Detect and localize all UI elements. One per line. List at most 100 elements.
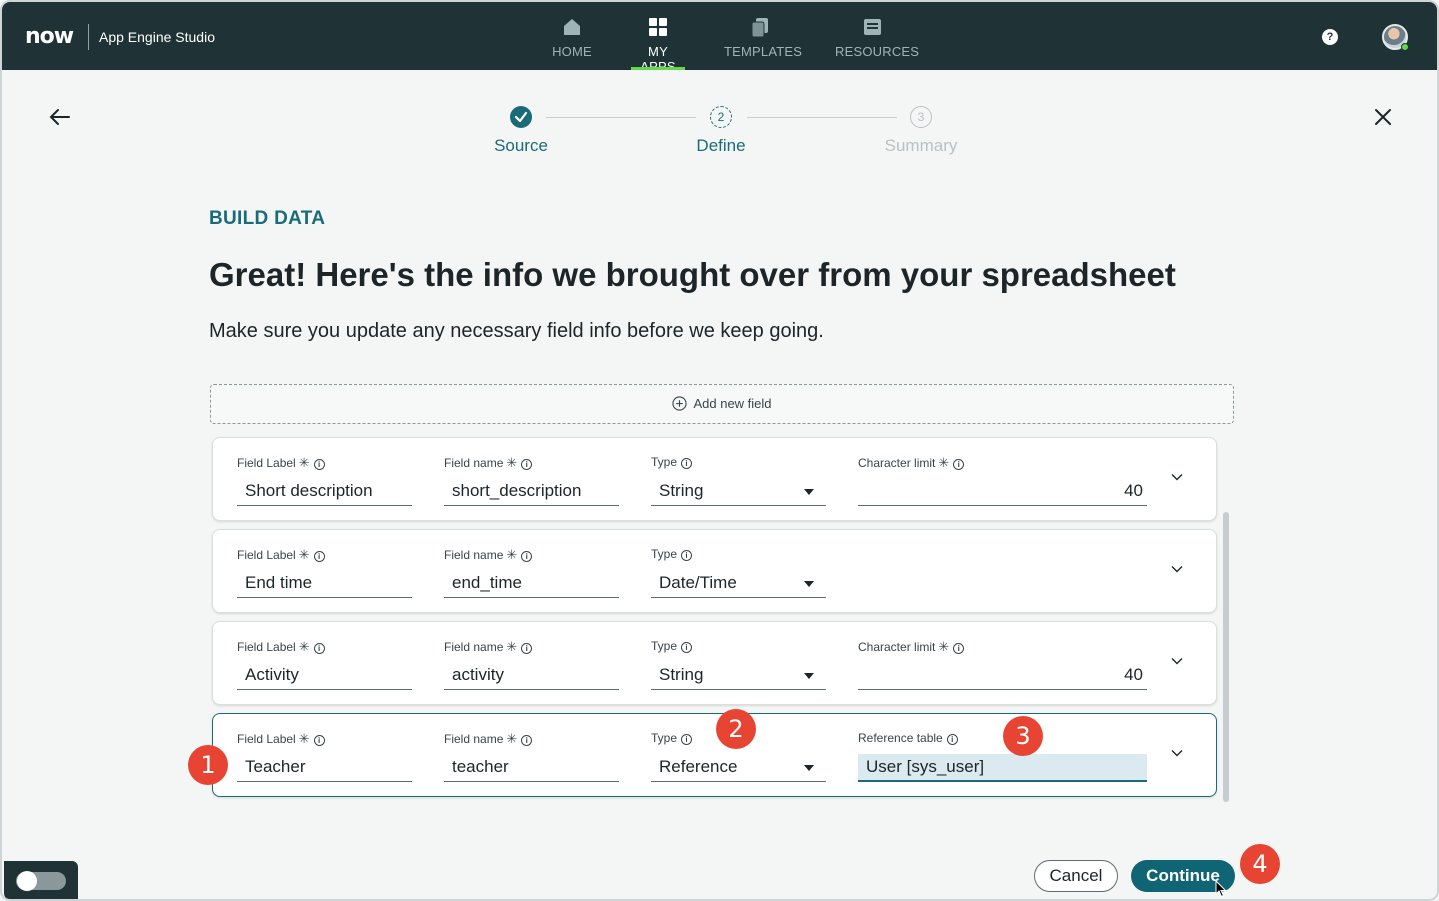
info-icon[interactable]: i — [313, 459, 325, 470]
scrollbar[interactable] — [1223, 512, 1229, 802]
now-logo[interactable]: now — [25, 24, 74, 49]
required-icon: ✳ — [506, 455, 518, 470]
nav-my-apps[interactable]: MY APPS — [631, 12, 685, 74]
page-subtitle: Make sure you update any necessary field… — [209, 320, 824, 342]
field-name-caption: Field name ✳ i — [444, 455, 533, 471]
info-icon[interactable]: i — [681, 734, 693, 745]
type-value: String — [659, 665, 704, 684]
info-icon[interactable]: i — [313, 551, 325, 562]
page-title: Great! Here's the info we brought over f… — [209, 256, 1176, 293]
type-select[interactable]: String — [651, 478, 826, 506]
field-label-input[interactable]: Teacher — [237, 754, 412, 782]
resources-icon — [864, 19, 881, 35]
field-card: Field Label ✳ i End time Field name ✳ i end_… — [212, 529, 1217, 613]
info-icon[interactable]: i — [953, 643, 965, 654]
step-label-define[interactable]: Define — [661, 136, 781, 156]
required-icon: ✳ — [298, 731, 310, 746]
required-icon: ✳ — [938, 455, 950, 470]
dropdown-caret-icon — [804, 489, 814, 495]
info-icon[interactable]: i — [521, 735, 533, 746]
theme-toggle[interactable] — [4, 861, 78, 899]
required-icon: ✳ — [298, 639, 310, 654]
apps-grid-icon — [649, 18, 667, 36]
type-select[interactable]: Reference — [651, 754, 826, 782]
type-caption: Type i — [651, 547, 693, 561]
nav-resources-label: RESOURCES — [835, 44, 920, 59]
char-limit-input[interactable]: 40 — [858, 478, 1147, 506]
info-icon[interactable]: i — [681, 550, 693, 561]
callout-badge-3: 3 — [1003, 716, 1043, 756]
info-icon[interactable]: i — [521, 643, 533, 654]
step-1-complete — [510, 106, 532, 128]
char-limit-caption: Character limit ✳ i — [858, 639, 965, 655]
field-name-input[interactable]: teacher — [444, 754, 619, 782]
info-icon[interactable]: i — [521, 459, 533, 470]
nav-templates[interactable]: TEMPLATES — [724, 12, 802, 70]
caption-text: Field Label — [237, 456, 296, 470]
info-icon[interactable]: i — [946, 734, 958, 745]
field-label-caption: Field Label ✳ i — [237, 455, 325, 471]
type-select[interactable]: Date/Time — [651, 570, 826, 598]
info-icon[interactable]: i — [681, 458, 693, 469]
back-arrow-icon[interactable] — [48, 105, 72, 129]
field-name-caption: Field name ✳ i — [444, 547, 533, 563]
caption-text: Field Label — [237, 732, 296, 746]
templates-icon — [751, 18, 768, 38]
info-icon[interactable]: i — [953, 459, 965, 470]
field-name-input[interactable]: short_description — [444, 478, 619, 506]
top-nav: now App Engine Studio HOME MY APPS TEMPL… — [2, 2, 1437, 74]
field-label-caption: Field Label ✳ i — [237, 731, 325, 747]
nav-resources[interactable]: RESOURCES — [835, 12, 919, 70]
reference-table-caption: Reference table i — [858, 731, 958, 745]
type-value: Date/Time — [659, 573, 737, 592]
info-icon[interactable]: i — [521, 551, 533, 562]
checkmark-icon — [514, 111, 528, 123]
dropdown-caret-icon — [804, 673, 814, 679]
add-new-field-button[interactable]: Add new field — [210, 384, 1234, 424]
field-card: Field Label ✳ i Short description Field na… — [212, 437, 1217, 521]
step-label-summary: Summary — [884, 136, 958, 155]
field-label-input[interactable]: Activity — [237, 662, 412, 690]
close-icon[interactable] — [1371, 105, 1395, 129]
field-label-input[interactable]: Short description — [237, 478, 412, 506]
caption-text: Reference table — [858, 731, 943, 745]
field-name-input[interactable]: activity — [444, 662, 619, 690]
app-title: App Engine Studio — [99, 29, 215, 45]
callout-badge-1: 1 — [188, 745, 228, 785]
chevron-down-icon[interactable] — [1170, 746, 1184, 760]
caption-text: Character limit — [858, 640, 936, 654]
logo-divider — [88, 24, 89, 50]
caption-text: Field name — [444, 456, 504, 470]
help-icon[interactable]: ? — [1322, 29, 1338, 45]
field-label-input[interactable]: End time — [237, 570, 412, 598]
field-card: Field Label ✳ i Activity Field name ✳ i acti… — [212, 621, 1217, 705]
step-label-source[interactable]: Source — [461, 136, 581, 156]
required-icon: ✳ — [506, 639, 518, 654]
caption-text: Type — [651, 455, 678, 469]
info-icon[interactable]: i — [313, 735, 325, 746]
field-name-input[interactable]: end_time — [444, 570, 619, 598]
chevron-down-icon[interactable] — [1170, 562, 1184, 576]
step-connector — [747, 117, 897, 118]
reference-table-input[interactable]: User [sys_user] — [858, 754, 1147, 782]
chevron-down-icon[interactable] — [1170, 470, 1184, 484]
nav-home-label: HOME — [552, 44, 592, 59]
callout-badge-4: 4 — [1240, 844, 1280, 884]
char-limit-input[interactable]: 40 — [858, 662, 1147, 690]
chevron-down-icon[interactable] — [1170, 654, 1184, 668]
nav-home[interactable]: HOME — [550, 12, 594, 70]
nav-my-apps-label: MY APPS — [640, 44, 676, 74]
required-icon: ✳ — [938, 639, 950, 654]
caption-text: Character limit — [858, 456, 936, 470]
info-icon[interactable]: i — [313, 643, 325, 654]
required-icon: ✳ — [506, 731, 518, 746]
field-name-caption: Field name ✳ i — [444, 731, 533, 747]
required-icon: ✳ — [298, 547, 310, 562]
type-select[interactable]: String — [651, 662, 826, 690]
dropdown-caret-icon — [804, 765, 814, 771]
type-value: Reference — [659, 757, 738, 776]
step-3-upcoming: 3 — [910, 106, 932, 128]
step-2-current: 2 — [710, 106, 732, 128]
cancel-button[interactable]: Cancel — [1034, 860, 1118, 892]
info-icon[interactable]: i — [681, 642, 693, 653]
